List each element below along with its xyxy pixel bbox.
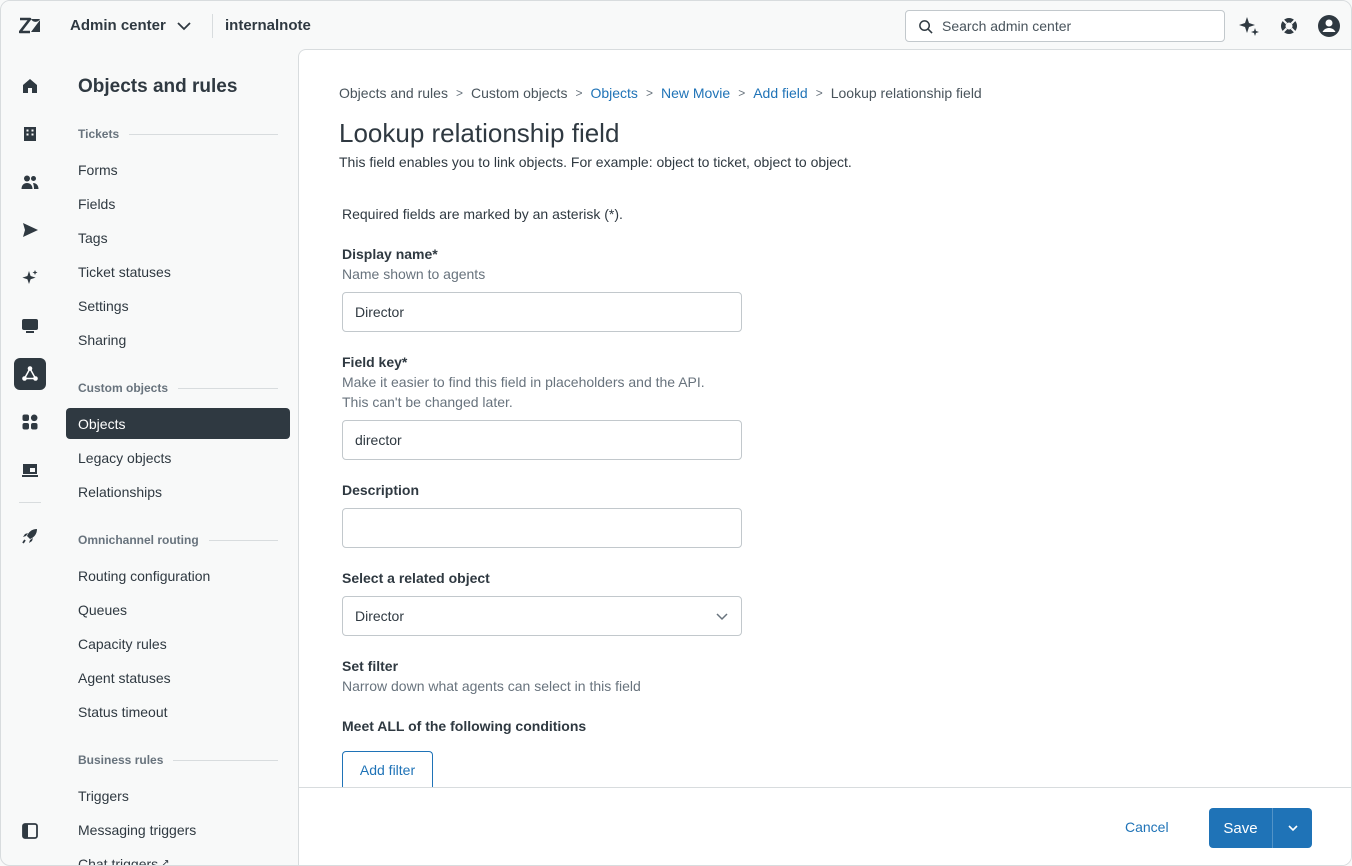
related-object-select[interactable]: Director [342, 596, 742, 636]
description-input[interactable] [342, 508, 742, 548]
nav-section-business-rules: Business rules [78, 753, 278, 767]
product-name: Admin center [70, 17, 166, 34]
nav-section-tickets: Tickets [78, 127, 278, 141]
footer-bar: Cancel Save [299, 787, 1351, 865]
search-icon [919, 19, 933, 34]
chevron-down-icon [1287, 825, 1298, 832]
section-heading: Omnichannel routing [78, 533, 199, 547]
brand-name: internalnote [225, 17, 311, 34]
building-icon[interactable] [14, 118, 46, 150]
nav-item-label: Chat triggers [78, 855, 159, 866]
sparkle-icon[interactable] [14, 262, 46, 294]
nav-item-agent-statuses[interactable]: Agent statuses [66, 662, 290, 693]
objects-icon[interactable] [14, 358, 46, 390]
nav-item-status-timeout[interactable]: Status timeout [66, 696, 290, 727]
field-key-label: Field key* [342, 354, 408, 370]
nav-item-queues[interactable]: Queues [66, 594, 290, 625]
nav-item-messaging-triggers[interactable]: Messaging triggers [66, 814, 290, 845]
chevron-right-icon: > [738, 86, 746, 100]
breadcrumb-current: Lookup relationship field [830, 85, 982, 101]
chat-icon[interactable] [14, 310, 46, 342]
set-filter-label: Set filter [342, 658, 399, 674]
search-box[interactable] [905, 10, 1225, 42]
section-heading: Business rules [78, 753, 164, 767]
breadcrumb-add-field[interactable]: Add field [753, 85, 807, 101]
breadcrumb-objects-and-rules: Objects and rules [339, 85, 448, 101]
workspace-icon[interactable] [14, 454, 46, 486]
apps-icon[interactable] [14, 406, 46, 438]
nav-item-routing-configuration[interactable]: Routing configuration [66, 560, 290, 591]
nav-item-objects[interactable]: Objects [66, 408, 290, 439]
chevron-right-icon: > [575, 86, 583, 100]
set-filter-hint: Narrow down what agents can select in th… [342, 678, 641, 694]
zendesk-logo-icon[interactable] [19, 15, 41, 37]
main-panel: Objects and rules > Custom objects > Obj… [298, 49, 1351, 865]
rocket-icon[interactable] [14, 520, 46, 552]
page-description: This field enables you to link objects. … [339, 154, 852, 170]
chevron-right-icon: > [645, 86, 653, 100]
chevron-down-icon [716, 613, 728, 621]
nav-item-settings[interactable]: Settings [66, 290, 290, 321]
nav-item-fields[interactable]: Fields [66, 188, 290, 219]
save-options-button[interactable] [1272, 808, 1312, 848]
cancel-button[interactable]: Cancel [1125, 819, 1169, 835]
send-icon[interactable] [14, 214, 46, 246]
header-divider [212, 14, 213, 38]
nav-item-tags[interactable]: Tags [66, 222, 290, 253]
app-window: Admin center internalnote Search admin c… [0, 0, 1352, 866]
search-input[interactable] [942, 18, 1212, 34]
breadcrumb-new-movie[interactable]: New Movie [661, 85, 730, 101]
display-name-input[interactable] [342, 292, 742, 332]
help-lifebuoy-icon[interactable] [1277, 14, 1301, 38]
chevron-right-icon: > [455, 86, 463, 100]
nav-title: Objects and rules [78, 76, 238, 97]
nav-item-legacy-objects[interactable]: Legacy objects [66, 442, 290, 473]
external-link-icon: ↗ [161, 858, 170, 866]
display-name-label: Display name* [342, 246, 438, 262]
product-switcher[interactable]: Admin center [70, 17, 192, 34]
field-key-hint-line2: This can't be changed later. [342, 394, 513, 410]
nav-item-relationships[interactable]: Relationships [66, 476, 290, 507]
conditions-label: Meet ALL of the following conditions [342, 718, 587, 734]
save-button[interactable]: Save [1209, 808, 1272, 848]
breadcrumb: Objects and rules > Custom objects > Obj… [339, 85, 982, 101]
breadcrumb-custom-objects: Custom objects [470, 85, 568, 101]
people-icon[interactable] [14, 166, 46, 198]
description-label: Description [342, 482, 420, 498]
section-heading: Custom objects [78, 381, 169, 395]
field-key-input[interactable] [342, 420, 742, 460]
nav-item-sharing[interactable]: Sharing [66, 324, 290, 355]
save-button-group: Save [1209, 808, 1312, 848]
nav-item-chat-triggers[interactable]: Chat triggers ↗ [66, 848, 290, 866]
product-rail [1, 51, 58, 865]
field-key-hint-line1: Make it easier to find this field in pla… [342, 374, 705, 390]
page-title: Lookup relationship field [339, 118, 620, 148]
breadcrumb-objects[interactable]: Objects [590, 85, 637, 101]
nav-item-capacity-rules[interactable]: Capacity rules [66, 628, 290, 659]
nav-item-triggers[interactable]: Triggers [66, 780, 290, 811]
chevron-right-icon: > [815, 86, 823, 100]
secondary-nav: Objects and rules Tickets Forms Fields T… [58, 51, 298, 866]
nav-section-omnichannel: Omnichannel routing [78, 533, 278, 547]
nav-section-custom-objects: Custom objects [78, 381, 278, 395]
related-object-value: Director [355, 608, 405, 624]
related-object-label: Select a related object [342, 570, 490, 586]
nav-item-ticket-statuses[interactable]: Ticket statuses [66, 256, 290, 287]
home-icon[interactable] [14, 70, 46, 102]
chevron-down-icon [177, 21, 191, 30]
section-heading: Tickets [78, 127, 120, 141]
user-avatar-icon[interactable] [1317, 14, 1341, 38]
ai-sparkle-icon[interactable] [1237, 14, 1261, 38]
required-note: Required fields are marked by an asteris… [342, 206, 623, 222]
top-bar: Admin center internalnote [1, 1, 1351, 51]
nav-item-forms[interactable]: Forms [66, 154, 290, 185]
rail-divider [19, 502, 41, 503]
sidebar-toggle-icon[interactable] [14, 815, 46, 847]
display-name-hint: Name shown to agents [342, 266, 486, 282]
add-filter-button[interactable]: Add filter [342, 751, 433, 788]
